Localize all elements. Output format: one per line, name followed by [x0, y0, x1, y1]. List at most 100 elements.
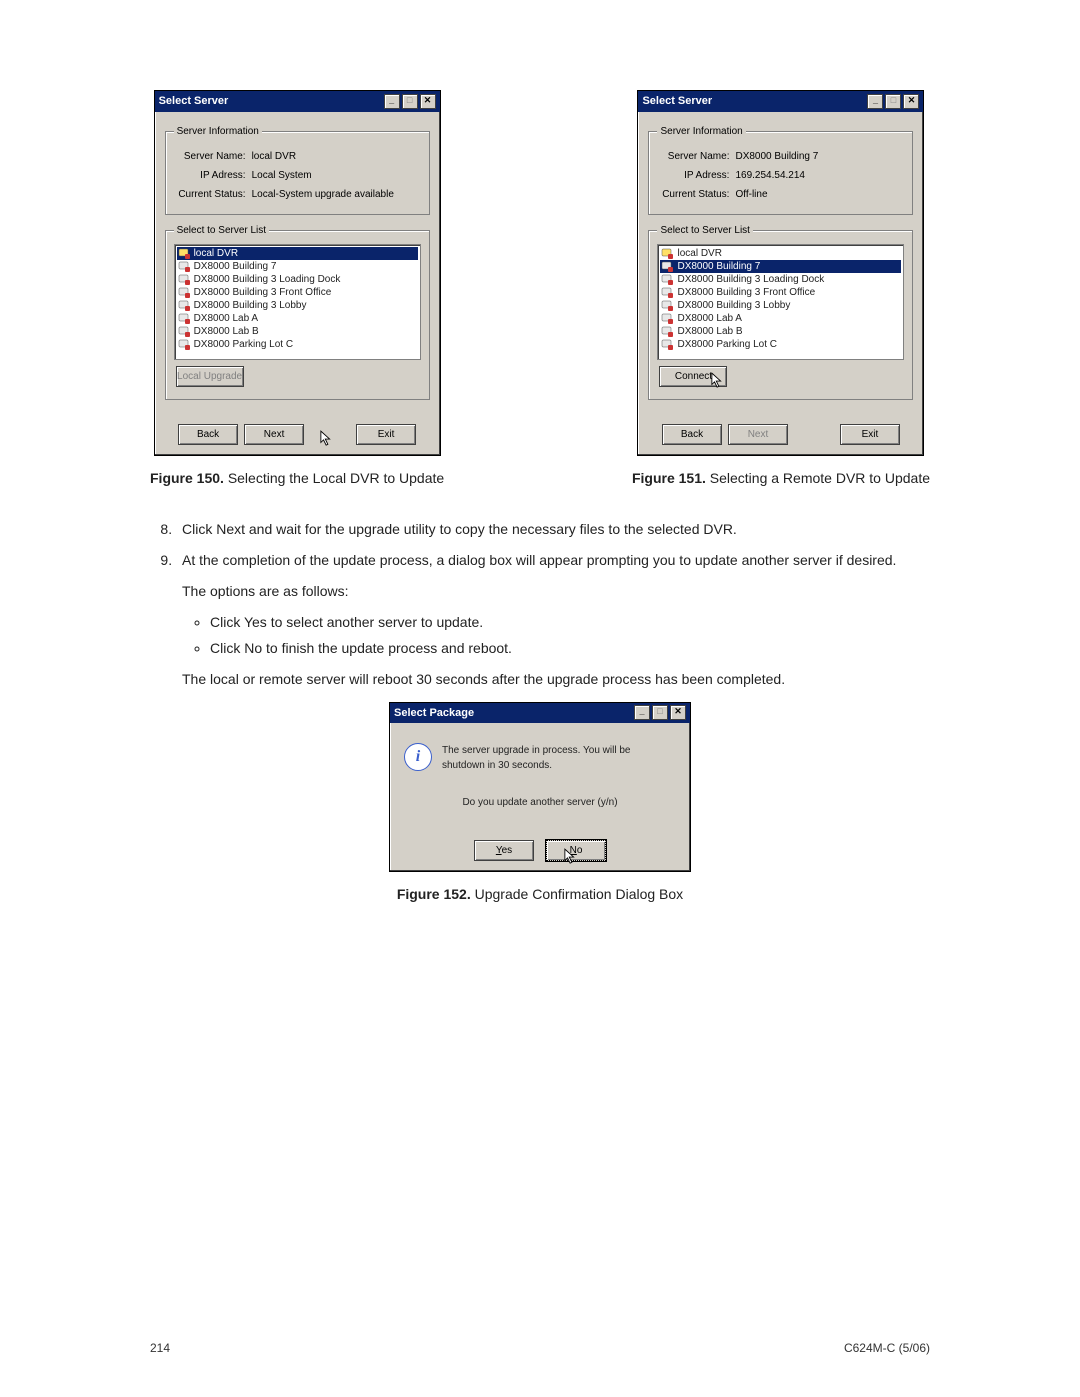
list-item-label: DX8000 Building 7	[677, 260, 760, 273]
group-label: Server Information	[174, 124, 262, 139]
list-item[interactable]: DX8000 Building 3 Loading Dock	[177, 273, 418, 286]
local-server-icon	[661, 247, 673, 259]
instruction-steps: Click Next and wait for the upgrade util…	[150, 519, 930, 690]
group-label: Select to Server List	[657, 223, 752, 238]
server-information-group: Server Information Server Name:DX8000 Bu…	[648, 124, 913, 215]
figure-caption: Figure 150. Selecting the Local DVR to U…	[150, 468, 444, 489]
window-title: Select Server	[159, 93, 229, 110]
list-item-label: DX8000 Lab B	[677, 325, 742, 338]
remote-server-icon	[178, 338, 190, 350]
remote-server-icon	[178, 299, 190, 311]
exit-button[interactable]: Exit	[356, 424, 416, 445]
no-button[interactable]: No	[546, 840, 606, 861]
list-item-label: DX8000 Building 7	[194, 260, 277, 273]
list-item[interactable]: DX8000 Lab B	[177, 325, 418, 338]
server-list-group: Select to Server List local DVRDX8000 Bu…	[165, 223, 430, 400]
yes-button[interactable]: Yes	[474, 840, 534, 861]
list-item-label: DX8000 Lab A	[194, 312, 259, 325]
list-item-label: DX8000 Lab B	[194, 325, 259, 338]
list-item[interactable]: DX8000 Building 3 Lobby	[660, 299, 901, 312]
list-item-label: DX8000 Parking Lot C	[194, 338, 294, 351]
next-button[interactable]: Next	[728, 424, 788, 445]
info-icon: i	[404, 743, 432, 771]
list-item-label: DX8000 Building 3 Lobby	[194, 299, 307, 312]
server-information-group: Server Information Server Name:local DVR…	[165, 124, 430, 215]
remote-server-icon	[178, 325, 190, 337]
list-item[interactable]: DX8000 Parking Lot C	[660, 338, 901, 351]
select-server-dialog-remote: Select Server _ □ ✕ Server Information S…	[637, 90, 924, 456]
exit-button[interactable]: Exit	[840, 424, 900, 445]
list-item[interactable]: DX8000 Building 7	[660, 260, 901, 273]
modal-message: The server upgrade in process. You will …	[442, 743, 676, 773]
list-item-label: DX8000 Lab A	[677, 312, 742, 325]
remote-server-icon	[178, 260, 190, 272]
remote-server-icon	[661, 312, 673, 324]
maximize-icon[interactable]: □	[402, 94, 418, 109]
list-item[interactable]: local DVR	[660, 247, 901, 260]
ip-value: 169.254.54.214	[735, 168, 805, 183]
remote-server-icon	[178, 286, 190, 298]
minimize-icon[interactable]: _	[634, 705, 650, 720]
ip-label: IP Adress:	[174, 168, 252, 183]
close-icon[interactable]: ✕	[903, 94, 919, 109]
list-item[interactable]: DX8000 Parking Lot C	[177, 338, 418, 351]
minimize-icon[interactable]: _	[867, 94, 883, 109]
list-item[interactable]: DX8000 Building 3 Front Office	[660, 286, 901, 299]
remote-server-icon	[661, 286, 673, 298]
list-item-label: DX8000 Parking Lot C	[677, 338, 777, 351]
next-button[interactable]: Next	[244, 424, 304, 445]
titlebar: Select Server _ □ ✕	[155, 91, 440, 112]
list-item-label: DX8000 Building 3 Front Office	[194, 286, 332, 299]
remote-server-icon	[661, 325, 673, 337]
local-server-icon	[178, 247, 190, 259]
server-list-group: Select to Server List local DVRDX8000 Bu…	[648, 223, 913, 400]
window-title: Select Server	[642, 93, 712, 110]
bullet-item: Click Yes to select another server to up…	[210, 612, 930, 633]
back-button[interactable]: Back	[662, 424, 722, 445]
page-footer: 214 C624M-C (5/06)	[150, 1339, 930, 1357]
list-item[interactable]: DX8000 Lab A	[177, 312, 418, 325]
server-name-value: local DVR	[252, 149, 296, 164]
maximize-icon[interactable]: □	[885, 94, 901, 109]
list-item-label: DX8000 Building 3 Loading Dock	[194, 273, 341, 286]
list-item[interactable]: local DVR	[177, 247, 418, 260]
window-title: Select Package	[394, 705, 474, 722]
connect-button[interactable]: Connect	[659, 366, 727, 387]
minimize-icon[interactable]: _	[384, 94, 400, 109]
remote-server-icon	[178, 273, 190, 285]
server-name-value: DX8000 Building 7	[735, 149, 818, 164]
status-label: Current Status:	[657, 187, 735, 202]
list-item-label: DX8000 Building 3 Front Office	[677, 286, 815, 299]
ip-value: Local System	[252, 168, 312, 183]
list-item[interactable]: DX8000 Lab A	[660, 312, 901, 325]
server-listbox[interactable]: local DVRDX8000 Building 7DX8000 Buildin…	[657, 244, 904, 360]
select-server-dialog-local: Select Server _ □ ✕ Server Information S…	[154, 90, 441, 456]
remote-server-icon	[661, 273, 673, 285]
group-label: Select to Server List	[174, 223, 269, 238]
list-item-label: DX8000 Building 3 Loading Dock	[677, 273, 824, 286]
step-8: Click Next and wait for the upgrade util…	[176, 519, 930, 540]
close-icon[interactable]: ✕	[420, 94, 436, 109]
remote-server-icon	[661, 338, 673, 350]
modal-prompt: Do you update another server (y/n)	[404, 795, 676, 810]
status-value: Local-System upgrade available	[252, 187, 394, 202]
remote-server-icon	[661, 299, 673, 311]
figure-caption: Figure 152. Upgrade Confirmation Dialog …	[397, 884, 683, 905]
server-listbox[interactable]: local DVRDX8000 Building 7DX8000 Buildin…	[174, 244, 421, 360]
list-item[interactable]: DX8000 Building 3 Lobby	[177, 299, 418, 312]
step-9: At the completion of the update process,…	[176, 550, 930, 690]
list-item[interactable]: DX8000 Building 3 Front Office	[177, 286, 418, 299]
remote-server-icon	[661, 260, 673, 272]
back-button[interactable]: Back	[178, 424, 238, 445]
ip-label: IP Adress:	[657, 168, 735, 183]
titlebar: Select Server _ □ ✕	[638, 91, 923, 112]
list-item[interactable]: DX8000 Building 7	[177, 260, 418, 273]
maximize-icon[interactable]: □	[652, 705, 668, 720]
server-name-label: Server Name:	[657, 149, 735, 164]
local-upgrade-button[interactable]: Local Upgrade	[176, 366, 244, 387]
close-icon[interactable]: ✕	[670, 705, 686, 720]
list-item[interactable]: DX8000 Building 3 Loading Dock	[660, 273, 901, 286]
doc-id: C624M-C (5/06)	[844, 1339, 930, 1357]
list-item[interactable]: DX8000 Lab B	[660, 325, 901, 338]
remote-server-icon	[178, 312, 190, 324]
